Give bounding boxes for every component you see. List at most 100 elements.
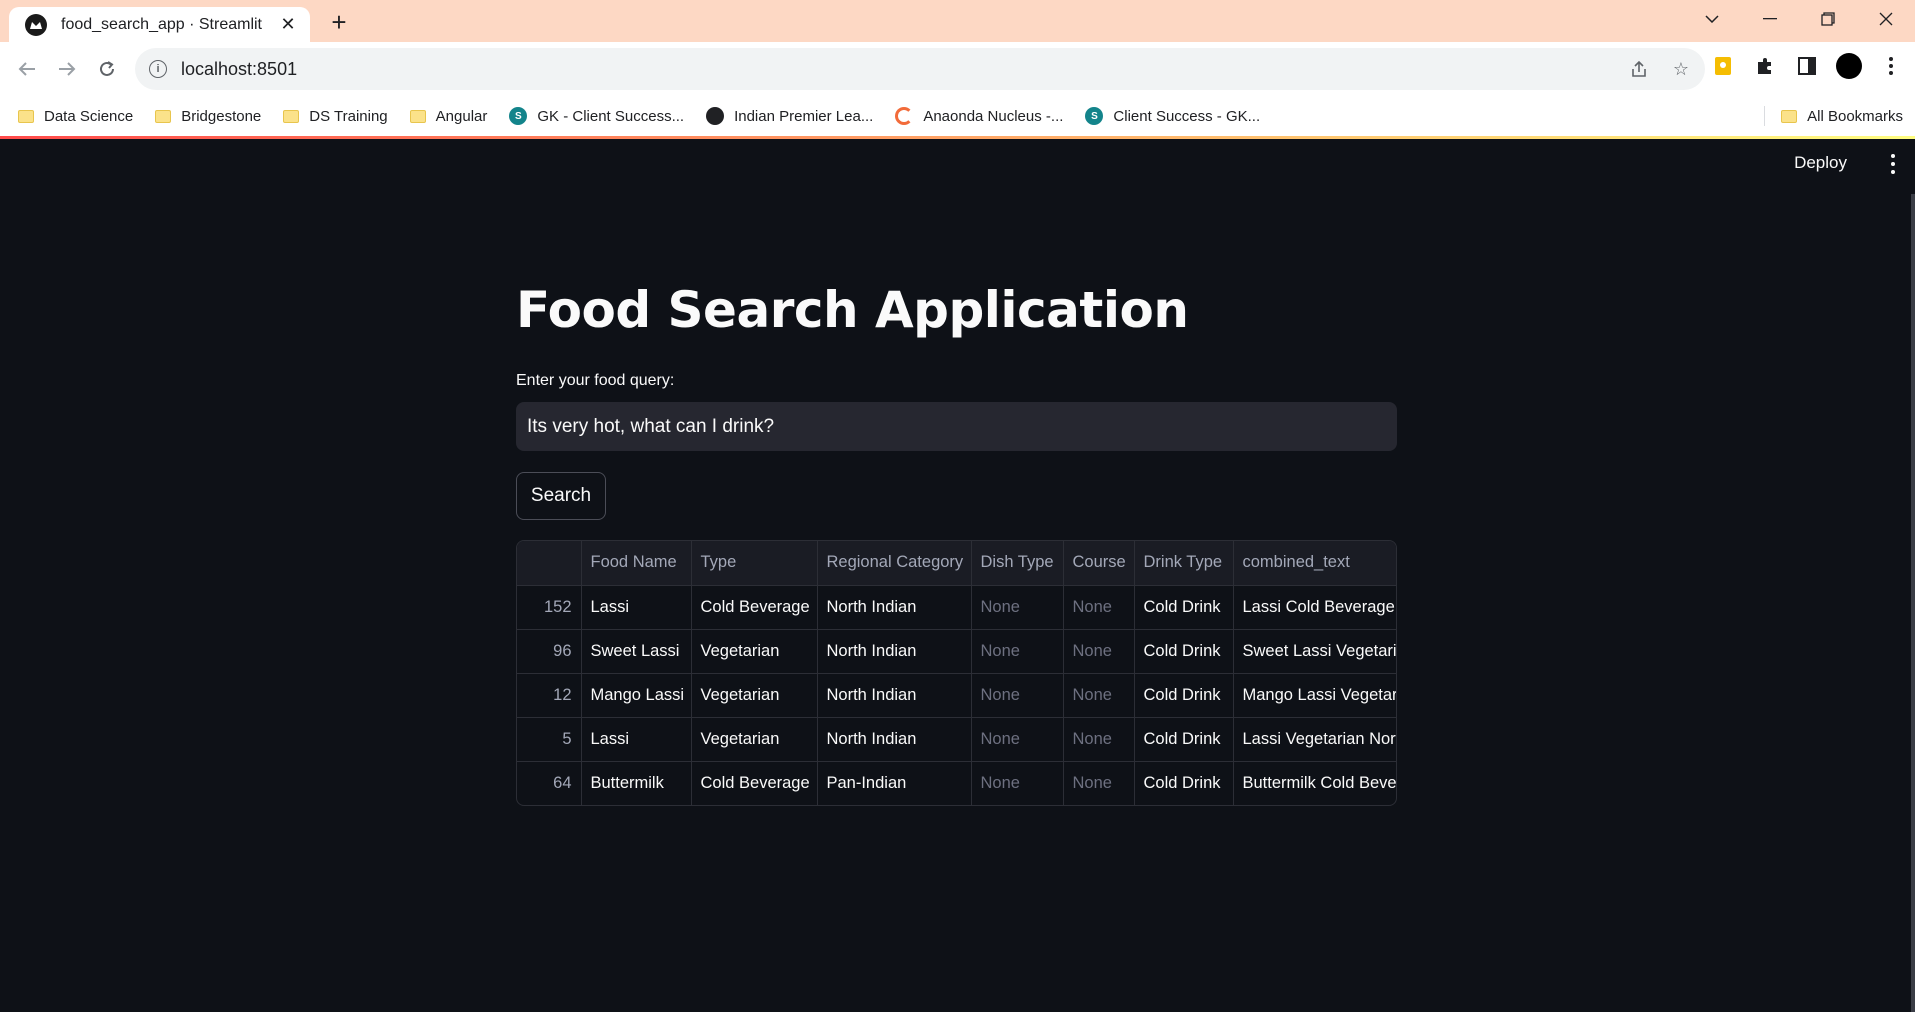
row-index[interactable]: 152 [517,585,582,630]
table-cell[interactable]: Mango Lassi Vegetari [1233,673,1396,718]
table-cell[interactable]: Sweet Lassi Vegetaria [1233,629,1396,674]
column-header-index[interactable] [517,541,582,586]
bookmark-client-success-gk[interactable]: S Client Success - GK... [1085,107,1260,125]
table-cell[interactable]: Lassi [581,717,692,762]
bookmark-indian-premier-league[interactable]: Indian Premier Lea... [706,107,873,125]
table-row: 152 Lassi Cold Beverage North Indian Non… [517,585,1396,630]
table-cell[interactable]: North Indian [817,673,972,718]
column-header-course[interactable]: Course [1063,541,1135,586]
browser-menu-icon[interactable] [1877,52,1905,80]
back-arrow-icon[interactable] [10,52,44,86]
table-cell[interactable]: Cold Beverage [691,761,818,805]
bookmark-ds-training[interactable]: DS Training [283,107,388,125]
table-cell[interactable]: Lassi Vegetarian Nort [1233,717,1396,762]
table-cell[interactable]: Mango Lassi [581,673,692,718]
table-cell[interactable]: None [1063,717,1135,762]
table-row: 5 Lassi Vegetarian North Indian None Non… [517,717,1396,762]
all-bookmarks-label: All Bookmarks [1807,107,1903,125]
all-bookmarks[interactable]: All Bookmarks [1781,96,1903,136]
folder-icon [155,109,172,123]
streamlit-favicon-icon [25,13,47,36]
column-header-combined-text[interactable]: combined_text [1233,541,1396,586]
browser-tab[interactable]: food_search_app · Streamlit ✕ [9,7,310,42]
column-header-regional-category[interactable]: Regional Category [817,541,972,586]
table-cell[interactable]: North Indian [817,629,972,674]
table-cell[interactable]: Cold Drink [1134,717,1234,762]
table-cell[interactable]: Buttermilk [581,761,692,805]
table-cell[interactable]: None [1063,673,1135,718]
scrollbar[interactable] [1911,194,1915,1012]
table-cell[interactable]: None [971,673,1064,718]
table-cell[interactable]: None [971,629,1064,674]
side-panel-icon[interactable] [1793,52,1821,80]
table-cell[interactable]: Vegetarian [691,717,818,762]
folder-icon [18,109,34,123]
bookmark-gk-client-success[interactable]: S GK - Client Success... [509,107,684,125]
main-menu-icon[interactable] [1885,149,1901,179]
table-cell[interactable]: North Indian [817,717,972,762]
table-cell[interactable]: None [1063,585,1135,630]
new-tab-button[interactable]: + [325,8,353,36]
bookmark-bridgestone[interactable]: Bridgestone [155,108,261,125]
table-cell[interactable]: North Indian [817,585,972,630]
bookmark-label: Client Success - GK... [1113,107,1261,125]
bookmark-data-science[interactable]: Data Science [18,108,133,125]
bookmarks-divider [1764,106,1765,126]
tab-close-icon[interactable]: ✕ [278,14,298,35]
tab-search-chevron-icon[interactable] [1683,0,1741,38]
table-cell[interactable]: Cold Drink [1134,629,1234,674]
table-cell[interactable]: Lassi [581,585,692,630]
column-header-drink-type[interactable]: Drink Type [1134,541,1234,586]
tab-title: food_search_app · Streamlit [61,15,262,33]
results-dataframe[interactable]: Food Name Type Regional Category Dish Ty… [516,540,1397,806]
bookmark-label: Angular [435,107,488,125]
column-header-type[interactable]: Type [691,541,818,586]
site-info-icon[interactable]: i [149,60,167,78]
column-header-dish-type[interactable]: Dish Type [971,541,1064,586]
table-cell[interactable]: Sweet Lassi [581,629,692,674]
minimize-button[interactable] [1741,0,1799,38]
table-cell[interactable]: Buttermilk Cold Beve [1233,761,1397,805]
table-cell[interactable]: Lassi Cold Beverage N [1233,585,1396,630]
table-cell[interactable]: None [971,761,1064,805]
table-row: 12 Mango Lassi Vegetarian North Indian N… [517,673,1396,718]
row-index[interactable]: 64 [517,761,582,805]
bookmark-star-icon[interactable]: ☆ [1669,57,1693,81]
bookmark-angular[interactable]: Angular [409,107,488,125]
address-bar[interactable]: i localhost:8501 ☆ [135,48,1705,90]
table-cell[interactable]: Cold Beverage [691,585,818,630]
keep-extension-icon[interactable] [1709,52,1737,80]
close-window-button[interactable] [1857,0,1915,38]
streamlit-app: Deploy Food Search Application Enter you… [0,139,1915,1012]
row-index[interactable]: 5 [517,717,582,762]
row-index[interactable]: 96 [517,629,582,674]
bookmark-label: Anaonda Nucleus -... [923,107,1064,125]
table-cell[interactable]: Cold Drink [1134,761,1234,805]
table-cell[interactable]: Cold Drink [1134,673,1234,718]
food-query-input[interactable] [516,402,1397,451]
browser-toolbar: i localhost:8501 ☆ [0,42,1915,96]
bookmark-anaconda-nucleus[interactable]: Anaonda Nucleus -... [895,107,1063,125]
extensions-area [1709,52,1915,80]
row-index[interactable]: 12 [517,673,582,718]
table-cell[interactable]: Cold Drink [1134,585,1234,630]
table-cell[interactable]: None [971,717,1064,762]
table-cell[interactable]: Vegetarian [691,629,818,674]
table-cell[interactable]: None [1063,629,1135,674]
table-cell[interactable]: Pan-Indian [817,761,972,805]
globe-icon [706,107,725,125]
bookmark-label: DS Training [309,107,388,125]
folder-icon [1781,109,1798,123]
column-header-food-name[interactable]: Food Name [581,541,692,586]
table-cell[interactable]: Vegetarian [691,673,818,718]
restore-button[interactable] [1799,0,1857,38]
table-cell[interactable]: None [971,585,1064,630]
search-button[interactable]: Search [516,472,606,520]
puzzle-extensions-icon[interactable] [1751,52,1779,80]
deploy-button[interactable]: Deploy [1794,153,1847,173]
table-cell[interactable]: None [1063,761,1135,805]
profile-avatar[interactable] [1835,52,1863,80]
reload-icon[interactable] [90,52,124,86]
share-icon[interactable] [1627,57,1651,81]
forward-arrow-icon[interactable] [50,52,84,86]
